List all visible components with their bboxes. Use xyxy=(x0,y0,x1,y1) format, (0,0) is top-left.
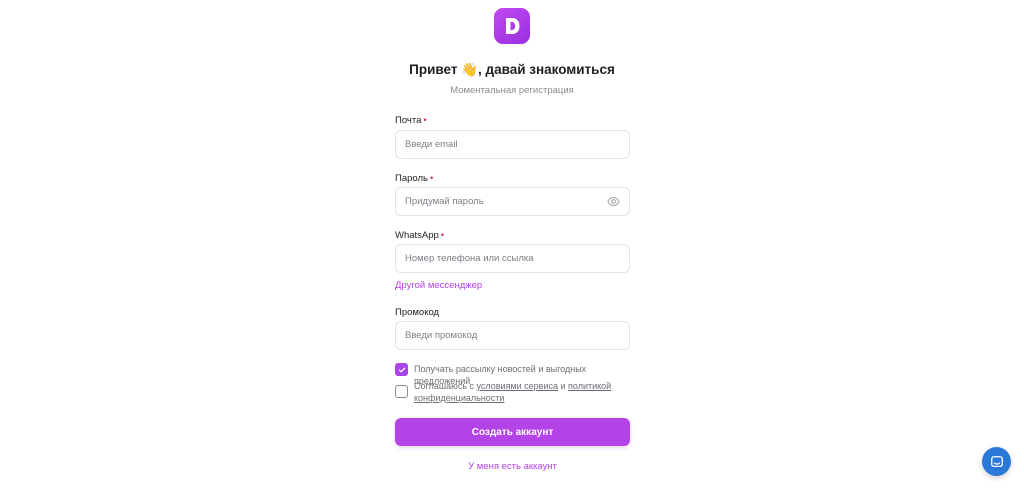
create-account-button[interactable]: Создать аккаунт xyxy=(395,418,630,446)
email-label: Почта • xyxy=(395,115,427,126)
registration-page: Привет 👋, давай знакомиться Моментальная… xyxy=(0,0,1024,490)
required-mark: • xyxy=(440,230,445,241)
whatsapp-label: WhatsApp • xyxy=(395,230,444,241)
terms-label: Соглашаюсь с условиями сервиса и политик… xyxy=(414,380,630,404)
terms-of-service-link[interactable]: условиями сервиса xyxy=(477,381,558,391)
support-chat-button[interactable] xyxy=(982,447,1011,476)
check-icon xyxy=(398,367,405,372)
whatsapp-field-box xyxy=(395,244,630,273)
page-subtitle: Моментальная регистрация xyxy=(450,85,574,96)
password-field[interactable] xyxy=(396,188,595,215)
email-field-box xyxy=(395,130,630,159)
password-label-text: Пароль xyxy=(395,173,428,184)
email-field[interactable] xyxy=(396,131,595,158)
terms-prefix: Соглашаюсь с xyxy=(414,381,477,391)
brand-logo[interactable] xyxy=(494,8,530,44)
chat-icon xyxy=(990,455,1003,467)
password-field-box xyxy=(395,187,630,216)
whatsapp-label-text: WhatsApp xyxy=(395,230,439,241)
terms-row: Соглашаюсь с условиями сервиса и политик… xyxy=(395,380,630,404)
other-messenger-link[interactable]: Другой мессенджер xyxy=(395,280,482,291)
promo-field[interactable] xyxy=(396,322,595,349)
login-link[interactable]: У меня есть аккаунт xyxy=(395,461,630,472)
password-label: Пароль • xyxy=(395,173,433,184)
newsletter-checkbox[interactable] xyxy=(395,363,408,376)
required-mark: • xyxy=(429,173,434,184)
eye-icon[interactable] xyxy=(607,195,620,208)
page-title: Привет 👋, давай знакомиться xyxy=(409,62,615,77)
promo-field-box xyxy=(395,321,630,350)
brand-d-icon xyxy=(506,18,520,34)
whatsapp-field[interactable] xyxy=(396,245,595,272)
terms-middle: и xyxy=(558,381,569,391)
terms-checkbox[interactable] xyxy=(395,385,408,398)
promo-label: Промокод xyxy=(395,307,440,318)
required-mark: • xyxy=(423,115,427,126)
email-label-text: Почта xyxy=(395,115,422,126)
